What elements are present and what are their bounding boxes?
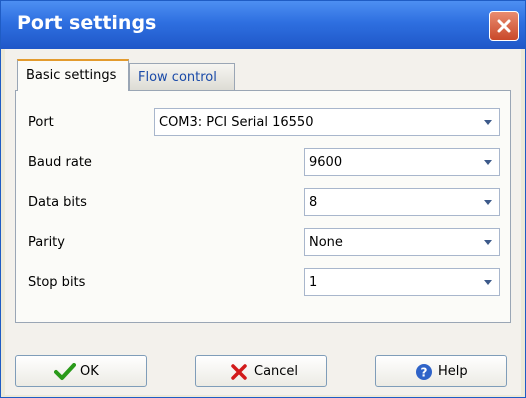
- chevron-down-icon: [484, 240, 492, 245]
- ok-button[interactable]: OK: [15, 355, 147, 387]
- x-icon: [230, 363, 248, 385]
- tab-flow-control[interactable]: Flow control: [129, 63, 235, 91]
- port-value: COM3: PCI Serial 16550: [159, 115, 314, 130]
- parity-select[interactable]: None: [304, 228, 500, 256]
- svg-text:?: ?: [421, 366, 428, 380]
- checkmark-icon: [54, 363, 76, 385]
- help-icon: ?: [414, 363, 434, 385]
- window-title: Port settings: [17, 12, 157, 34]
- baud-rate-select[interactable]: 9600: [304, 148, 500, 176]
- tab-basic-settings[interactable]: Basic settings: [17, 59, 129, 91]
- ok-label: OK: [80, 364, 99, 379]
- chevron-down-icon: [484, 280, 492, 285]
- tab-label: Basic settings: [26, 68, 117, 83]
- dialog-body: Basic settings Flow control Port COM3: P…: [5, 49, 521, 395]
- baud-rate-dropdown-button[interactable]: [479, 151, 497, 173]
- stop-bits-value: 1: [309, 275, 318, 290]
- port-dropdown-button[interactable]: [479, 111, 497, 133]
- baud-rate-value: 9600: [309, 155, 343, 170]
- close-button[interactable]: [489, 11, 519, 41]
- port-label: Port: [28, 115, 54, 130]
- parity-dropdown-button[interactable]: [479, 231, 497, 253]
- cancel-button[interactable]: Cancel: [195, 355, 327, 387]
- chevron-down-icon: [484, 120, 492, 125]
- help-label: Help: [438, 364, 468, 379]
- tab-label: Flow control: [138, 70, 217, 85]
- parity-label: Parity: [28, 235, 65, 250]
- baud-rate-label: Baud rate: [28, 155, 92, 170]
- close-icon: [497, 19, 511, 33]
- chevron-down-icon: [484, 160, 492, 165]
- data-bits-select[interactable]: 8: [304, 188, 500, 216]
- basic-settings-panel: Port COM3: PCI Serial 16550 Baud rate 96…: [15, 90, 511, 323]
- data-bits-dropdown-button[interactable]: [479, 191, 497, 213]
- data-bits-value: 8: [309, 195, 318, 210]
- stop-bits-dropdown-button[interactable]: [479, 271, 497, 293]
- stop-bits-label: Stop bits: [28, 275, 86, 290]
- stop-bits-select[interactable]: 1: [304, 268, 500, 296]
- data-bits-label: Data bits: [28, 195, 87, 210]
- help-button[interactable]: ? Help: [375, 355, 507, 387]
- port-select[interactable]: COM3: PCI Serial 16550: [154, 108, 500, 136]
- port-settings-dialog: Port settings Basic settings Flow contro…: [0, 0, 526, 398]
- chevron-down-icon: [484, 200, 492, 205]
- title-bar[interactable]: Port settings: [1, 1, 525, 49]
- parity-value: None: [309, 235, 343, 250]
- cancel-label: Cancel: [254, 364, 299, 379]
